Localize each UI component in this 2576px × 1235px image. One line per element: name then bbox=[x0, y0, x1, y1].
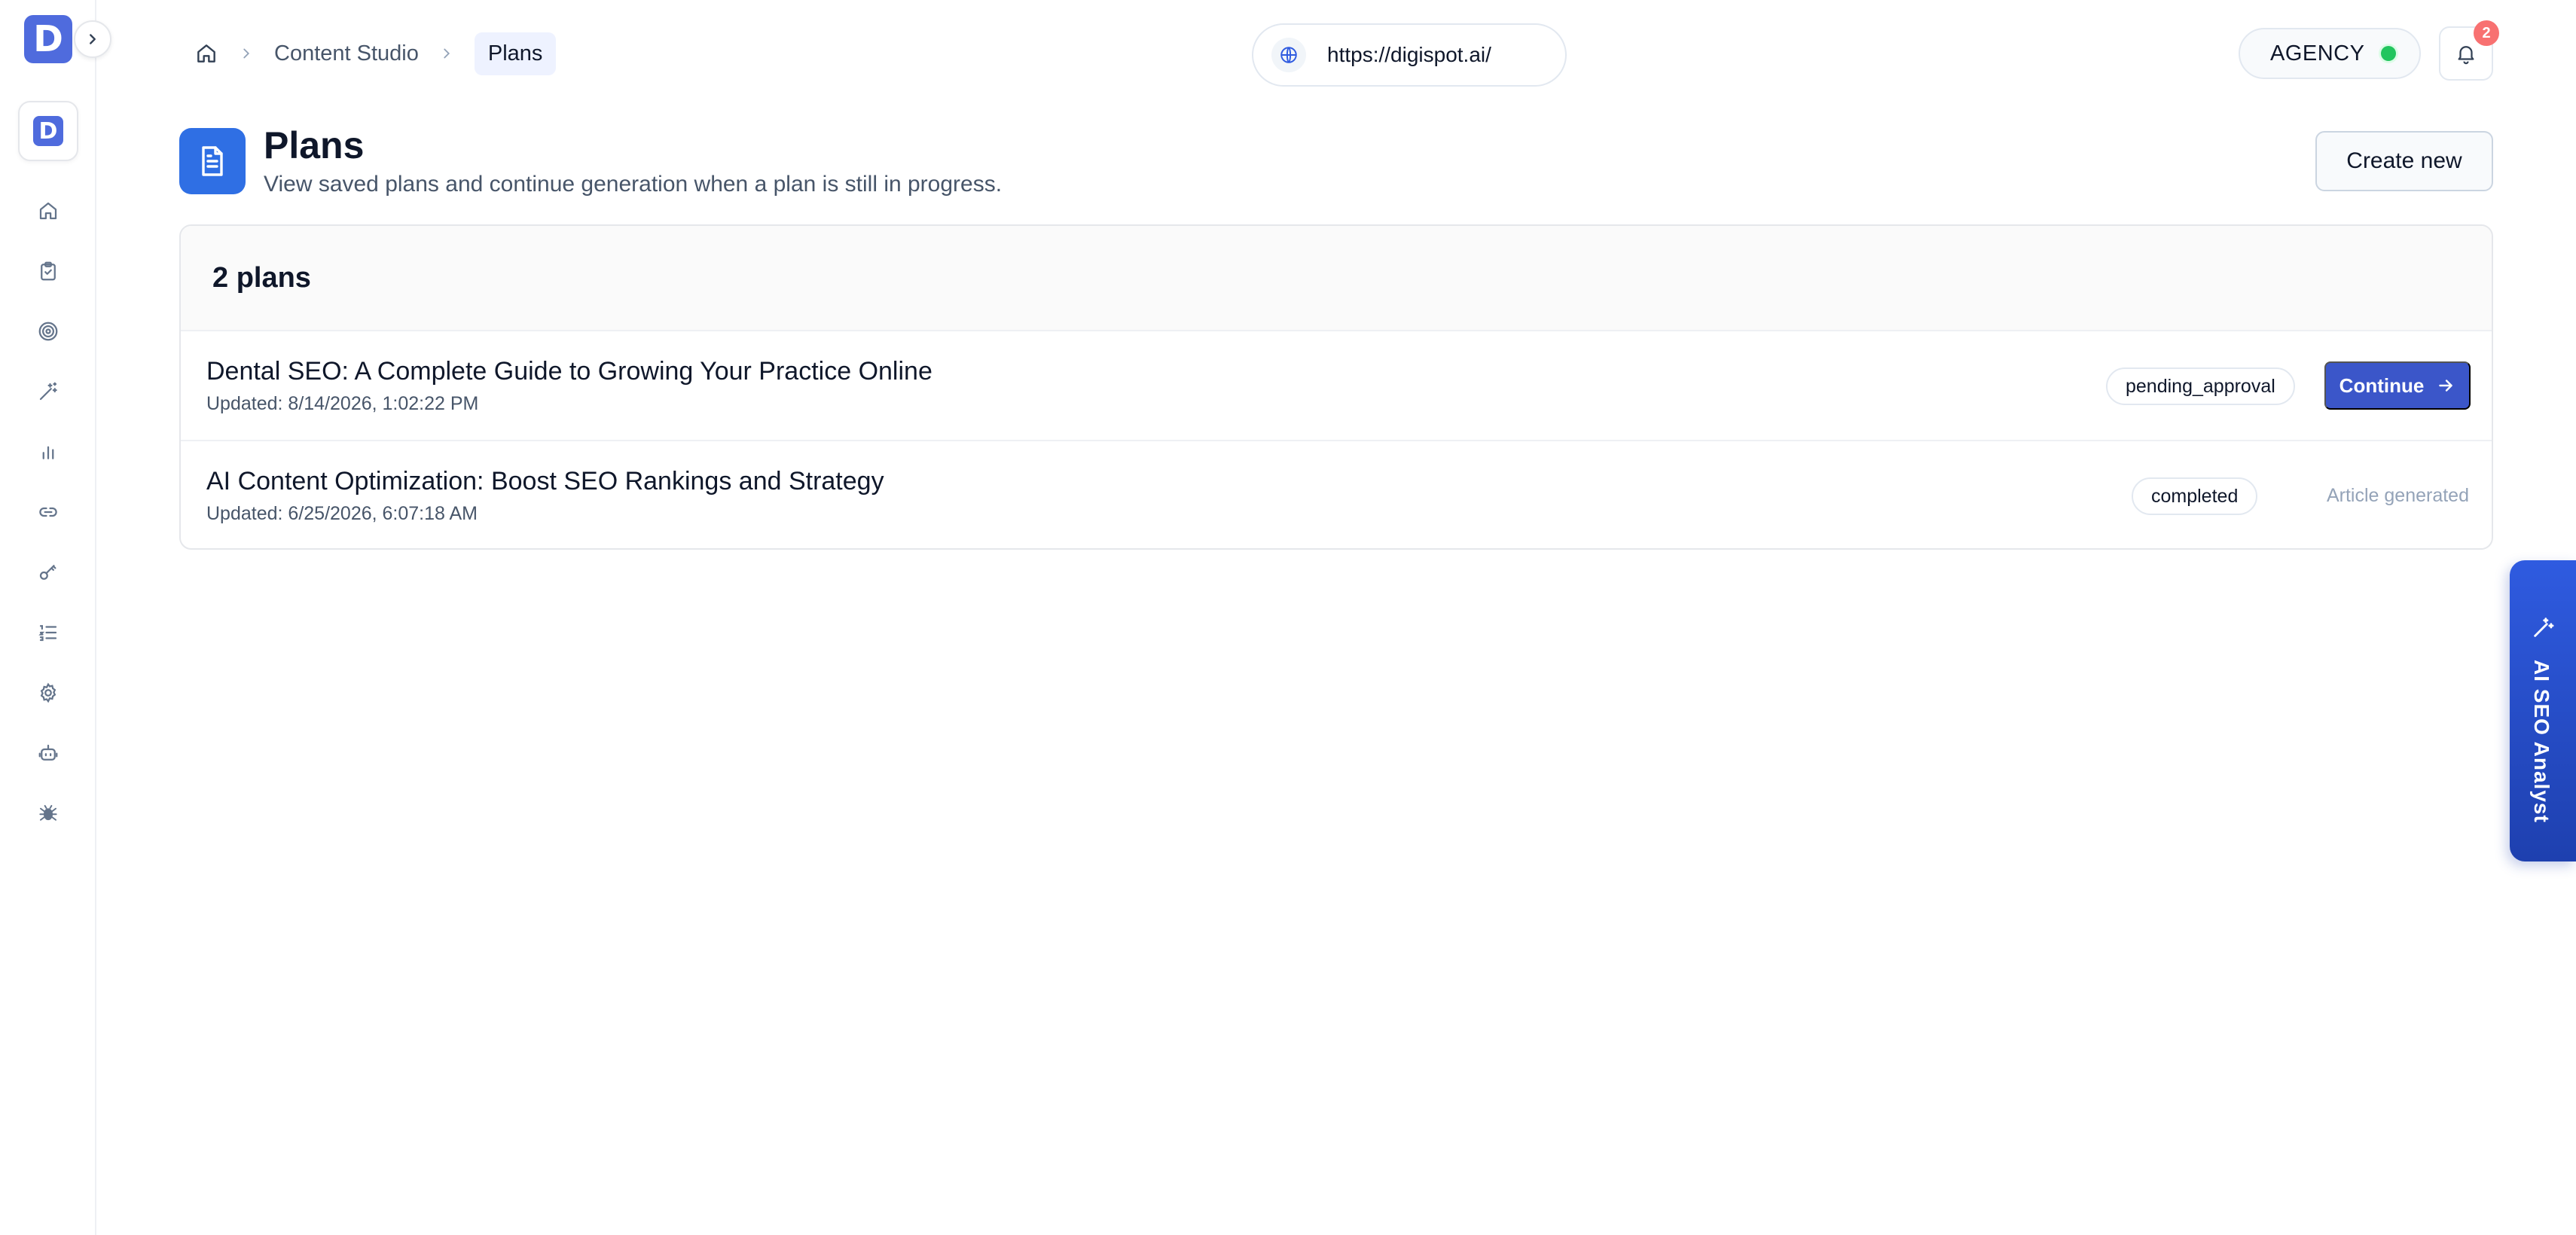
globe-icon bbox=[1271, 38, 1306, 72]
chevron-right-icon bbox=[444, 48, 450, 59]
target-icon bbox=[38, 322, 58, 341]
app-logo[interactable]: D bbox=[24, 15, 72, 63]
page-subtitle: View saved plans and continue generation… bbox=[264, 172, 1003, 197]
sidebar-item-content[interactable] bbox=[30, 374, 66, 410]
arrow-right-icon bbox=[2439, 380, 2453, 392]
list-ordered-icon bbox=[38, 625, 57, 642]
plan-updated-time: Updated: 8/14/2026, 1:02:22 PM bbox=[206, 393, 479, 414]
plan-updated-time: Updated: 6/25/2026, 6:07:18 AM bbox=[206, 503, 478, 524]
home-icon bbox=[39, 202, 57, 220]
sidebar-item-lists[interactable] bbox=[30, 614, 66, 651]
plan-tier-label: AGENCY bbox=[2270, 41, 2365, 66]
ai-seo-analyst-label: AI SEO Analyst bbox=[2530, 660, 2553, 823]
breadcrumb-separator bbox=[238, 45, 255, 62]
online-status-dot bbox=[2381, 46, 2397, 61]
key-icon bbox=[39, 565, 56, 580]
breadcrumb-home-link[interactable] bbox=[194, 41, 218, 66]
sidebar-item-bots[interactable] bbox=[30, 735, 66, 771]
clipboard-check-icon bbox=[41, 261, 56, 281]
status-badge: completed bbox=[2132, 477, 2258, 515]
plan-row[interactable]: AI Content Optimization: Boost SEO Ranki… bbox=[181, 441, 2492, 548]
status-badge: pending_approval bbox=[2106, 367, 2295, 405]
notification-count-badge: 2 bbox=[2474, 20, 2499, 46]
plans-count: 2 plans bbox=[212, 261, 311, 294]
bot-icon bbox=[38, 744, 58, 761]
magic-wand-icon bbox=[39, 382, 57, 401]
gear-icon bbox=[40, 682, 56, 703]
magic-wand-icon bbox=[2534, 618, 2554, 637]
plan-tier-badge[interactable]: AGENCY bbox=[2239, 28, 2421, 79]
sidebar-item-settings[interactable] bbox=[30, 675, 66, 711]
plans-card: 2 plans Dental SEO: A Complete Guide to … bbox=[179, 224, 2493, 550]
sidebar-item-crawler[interactable] bbox=[30, 795, 66, 831]
sidebar-toggle-button[interactable] bbox=[74, 20, 111, 58]
sidebar: D D bbox=[0, 0, 111, 1235]
site-url: https://digispot.ai/ bbox=[1327, 43, 1491, 66]
ai-seo-analyst-tab[interactable]: AI SEO Analyst bbox=[2510, 560, 2576, 861]
link-icon bbox=[39, 507, 57, 517]
sidebar-item-home[interactable] bbox=[30, 193, 66, 229]
sidebar-item-tasks[interactable] bbox=[30, 253, 66, 289]
workspace-logo: D bbox=[33, 116, 63, 146]
breadcrumb-current: Plans bbox=[474, 32, 557, 75]
plan-row[interactable]: Dental SEO: A Complete Guide to Growing … bbox=[181, 331, 2492, 441]
chevron-right-icon bbox=[90, 34, 96, 44]
continue-button[interactable]: Continue bbox=[2324, 361, 2471, 410]
sidebar-item-keywords[interactable] bbox=[30, 554, 66, 590]
page-title: Plans bbox=[264, 124, 365, 166]
bar-chart-icon bbox=[42, 446, 54, 459]
plans-card-header: 2 plans bbox=[181, 226, 2492, 331]
breadcrumb-content-studio[interactable]: Content Studio bbox=[274, 41, 419, 66]
site-url-selector[interactable]: https://digispot.ai/ bbox=[1252, 23, 1567, 87]
create-new-button[interactable]: Create new bbox=[2315, 131, 2493, 191]
breadcrumb: Content Studio Plans bbox=[194, 30, 557, 77]
bug-icon bbox=[39, 805, 57, 821]
bell-icon bbox=[2458, 46, 2474, 65]
sidebar-item-links[interactable] bbox=[30, 494, 66, 530]
home-icon bbox=[197, 44, 215, 63]
continue-label: Continue bbox=[2339, 374, 2425, 397]
sidebar-item-analytics[interactable] bbox=[30, 434, 66, 470]
chevron-right-icon bbox=[243, 48, 250, 59]
article-generated-note: Article generated bbox=[2326, 485, 2469, 506]
notifications-button[interactable]: 2 bbox=[2439, 20, 2499, 81]
plan-title[interactable]: AI Content Optimization: Boost SEO Ranki… bbox=[206, 467, 884, 496]
plan-title[interactable]: Dental SEO: A Complete Guide to Growing … bbox=[206, 357, 932, 386]
breadcrumb-separator bbox=[438, 45, 455, 62]
document-icon bbox=[179, 128, 246, 194]
sidebar-item-targets[interactable] bbox=[30, 313, 66, 349]
workspace-switcher[interactable]: D bbox=[18, 101, 78, 161]
